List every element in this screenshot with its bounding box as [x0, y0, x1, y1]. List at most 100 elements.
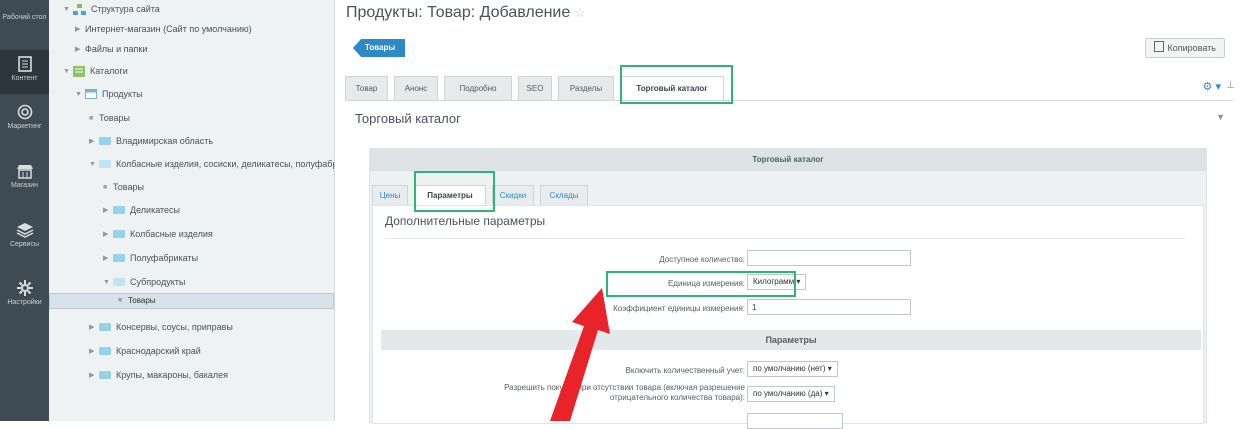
- folder-icon: [99, 347, 111, 355]
- qty-accounting-label: Включить количественный учет:: [625, 366, 745, 375]
- subtab-warehouses[interactable]: Склады: [540, 185, 588, 205]
- folder-open-icon: [99, 160, 111, 168]
- expand-down-icon[interactable]: ▼: [103, 279, 113, 286]
- gear-icon: [16, 280, 33, 296]
- folder-icon: [99, 371, 111, 379]
- content-icon: [17, 56, 32, 72]
- tree-item-internet-shop[interactable]: ▶ Интернет-магазин (Сайт по умолчанию): [49, 19, 252, 39]
- tree-item-semifinished[interactable]: ▶ Полуфабрикаты: [49, 248, 198, 268]
- params-section-title: Параметры: [381, 330, 1201, 350]
- bullet-icon: ■: [103, 183, 108, 191]
- subtab-prices[interactable]: Цены: [372, 185, 408, 205]
- next-select[interactable]: [747, 413, 843, 429]
- unit-select[interactable]: Килограмм ▾: [747, 274, 807, 290]
- tab-sections[interactable]: Разделы: [558, 76, 614, 100]
- sidebar-item-label: Настройки: [7, 299, 42, 306]
- folder-icon: [113, 254, 125, 262]
- expand-right-icon[interactable]: ▶: [89, 371, 99, 379]
- expand-right-icon[interactable]: ▶: [89, 137, 99, 145]
- available-qty-label: Доступное количество:: [659, 255, 745, 264]
- sidebar-item-marketing[interactable]: Маркетинг: [0, 104, 49, 131]
- tab-trade-catalog[interactable]: Торговый каталог: [620, 76, 724, 101]
- additional-params-title: Дополнительные параметры: [385, 214, 546, 228]
- allow-buy-select[interactable]: по умолчанию (да) ▾: [747, 386, 835, 402]
- folder-open-icon: [113, 278, 125, 286]
- expand-right-icon[interactable]: ▶: [103, 254, 113, 262]
- expand-right-icon[interactable]: ▶: [103, 206, 113, 214]
- tree-item-products[interactable]: ▼ Продукты: [49, 84, 143, 104]
- layers-icon: [16, 223, 33, 238]
- folder-icon: [113, 206, 125, 214]
- tabs-divider: [345, 100, 1233, 101]
- divider: [385, 238, 1185, 239]
- dropdown-arrow-icon: ▾: [824, 389, 829, 398]
- target-icon: [17, 104, 32, 120]
- expand-right-icon[interactable]: ▶: [75, 45, 85, 53]
- sidebar-item-settings[interactable]: Настройки: [0, 280, 49, 307]
- sidebar-item-shop[interactable]: Магазин: [0, 164, 49, 190]
- catalog-icon: [73, 65, 85, 77]
- settings-gear-icon[interactable]: ⚙ ▾: [1203, 80, 1221, 93]
- collapse-chevron-icon[interactable]: ▼: [1216, 112, 1225, 122]
- expand-right-icon[interactable]: ▶: [89, 347, 99, 355]
- tree-item-sausage-products[interactable]: ▶ Колбасные изделия: [49, 224, 213, 244]
- expand-down-icon[interactable]: ▼: [89, 161, 99, 168]
- main-sidebar: Рабочий стол Контент Маркетинг Магазин С…: [0, 0, 49, 421]
- tree-item-groats[interactable]: ▶ Крупы, макароны, бакалея: [49, 365, 228, 385]
- expand-right-icon[interactable]: ▶: [89, 323, 99, 331]
- folder-icon: [99, 323, 111, 331]
- back-to-goods-button[interactable]: Товары: [353, 39, 405, 57]
- tree-item-goods[interactable]: ■ Товары: [49, 108, 130, 128]
- bullet-icon: ■: [89, 114, 94, 122]
- expand-right-icon[interactable]: ▶: [103, 230, 113, 238]
- tree-item-delicacies[interactable]: ▶ Деликатесы: [49, 200, 180, 220]
- tree-item-catalogs[interactable]: ▼ Каталоги: [49, 61, 128, 81]
- dropdown-arrow-icon: ▾: [827, 364, 832, 373]
- sidebar-item-content[interactable]: Контент: [0, 50, 49, 94]
- sidebar-item-label: Магазин: [10, 182, 38, 189]
- copy-button[interactable]: Копировать: [1144, 38, 1225, 58]
- coef-label: Коэффициент единицы измерения:: [613, 304, 745, 313]
- tree-item-krasnodar[interactable]: ▶ Краснодарский край: [49, 341, 201, 361]
- tree-item-goods[interactable]: ■ Товары: [49, 177, 144, 197]
- structure-tree: ▼ Структура сайта ▶ Интернет-магазин (Са…: [49, 0, 335, 421]
- parameters-subpanel: Дополнительные параметры Доступное колич…: [372, 205, 1204, 429]
- pin-icon[interactable]: ⊥: [1226, 80, 1235, 91]
- subtab-discounts[interactable]: Скидки: [492, 185, 534, 205]
- sidebar-item-label: Сервисы: [9, 241, 39, 248]
- tree-item-goods-selected[interactable]: ■ Товары: [49, 293, 334, 309]
- sidebar-item-services[interactable]: Сервисы: [0, 222, 49, 249]
- tree-item-vladimir[interactable]: ▶ Владимирская область: [49, 131, 213, 151]
- tab-product[interactable]: Товар: [345, 76, 388, 100]
- expand-down-icon[interactable]: ▼: [63, 68, 73, 75]
- expand-down-icon[interactable]: ▼: [75, 91, 85, 98]
- expand-down-icon[interactable]: ▼: [63, 6, 73, 13]
- subtab-parameters[interactable]: Параметры: [414, 185, 486, 205]
- available-qty-input[interactable]: [747, 250, 911, 266]
- copy-icon: [1153, 41, 1164, 52]
- trade-catalog-panel: Торговый каталог Цены Параметры Скидки С…: [369, 148, 1207, 429]
- tree-item-sausages[interactable]: ▼ Колбасные изделия, сосиски, деликатесы…: [49, 154, 334, 174]
- bullet-icon: ■: [118, 297, 123, 304]
- tree-item-offal[interactable]: ▼ Субпродукты: [49, 272, 185, 292]
- tree-item-canned[interactable]: ▶ Консервы, соусы, приправы: [49, 317, 233, 337]
- sidebar-item-desktop[interactable]: Рабочий стол: [0, 14, 49, 22]
- tree-item-site-structure[interactable]: ▼ Структура сайта: [49, 0, 160, 19]
- tab-announce[interactable]: Анонс: [394, 76, 438, 100]
- dropdown-arrow-icon: ▾: [796, 277, 801, 286]
- main-content: Продукты: Товар: Добавление ☆ Товары Копи…: [335, 0, 1243, 429]
- unit-label: Единица измерения:: [667, 279, 745, 288]
- iblock-icon: [85, 89, 97, 99]
- tab-seo[interactable]: SEO: [518, 76, 552, 100]
- folder-icon: [99, 137, 111, 145]
- tree-item-files[interactable]: ▶ Файлы и папки: [49, 39, 147, 59]
- shop-icon: [16, 165, 33, 179]
- expand-right-icon[interactable]: ▶: [75, 25, 85, 33]
- coef-input[interactable]: [747, 299, 911, 315]
- qty-accounting-select[interactable]: по умолчанию (нет) ▾: [747, 361, 838, 377]
- red-arrow-icon: [550, 288, 610, 421]
- favorite-star-icon[interactable]: ☆: [574, 5, 586, 20]
- sidebar-item-label: Маркетинг: [7, 123, 42, 130]
- sidebar-item-label: Рабочий стол: [2, 14, 47, 21]
- tab-details[interactable]: Подробно: [444, 76, 512, 100]
